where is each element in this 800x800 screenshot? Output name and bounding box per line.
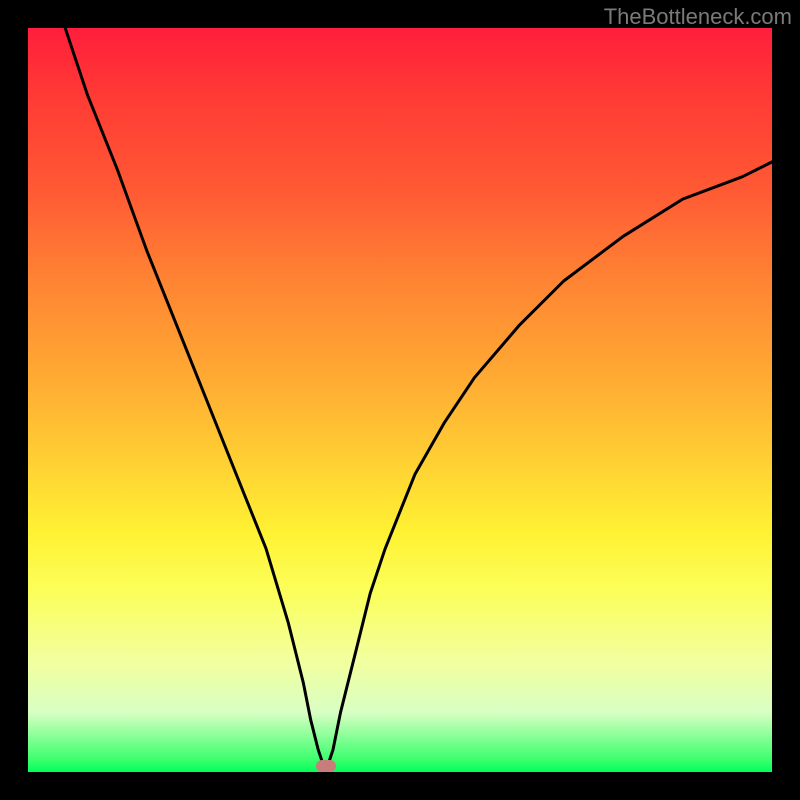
chart-plot-area	[28, 28, 772, 772]
minimum-marker	[316, 760, 336, 772]
bottleneck-curve	[28, 28, 772, 772]
watermark-text: TheBottleneck.com	[604, 4, 792, 30]
